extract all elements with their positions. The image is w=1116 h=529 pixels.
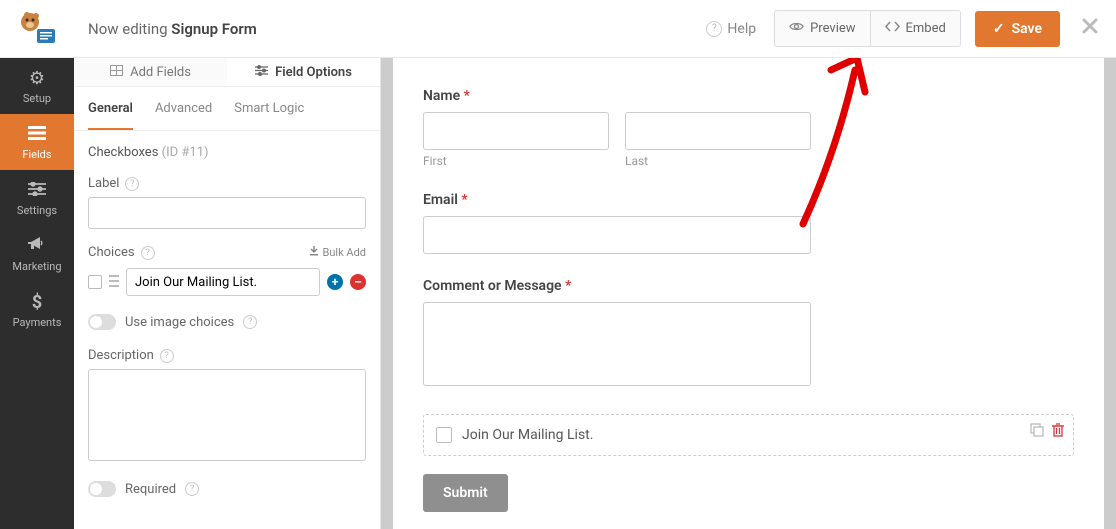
code-icon — [885, 21, 900, 36]
email-label: Email — [423, 192, 458, 208]
help-icon[interactable]: ? — [243, 315, 257, 329]
form-name: Signup Form — [171, 20, 257, 38]
preview-pane: Name * First Last — [381, 58, 1116, 529]
required-row: Required ? — [88, 481, 366, 497]
nav-label: Fields — [22, 148, 51, 161]
image-choices-label: Use image choices — [125, 315, 234, 330]
gear-icon: ⚙ — [29, 68, 45, 89]
sliders-icon — [255, 65, 268, 80]
help-link[interactable]: ? Help — [706, 21, 756, 37]
nav-label: Payments — [13, 316, 62, 329]
image-choices-toggle[interactable] — [88, 314, 116, 330]
logo — [0, 0, 74, 58]
required-asterisk: * — [565, 278, 571, 294]
required-toggle[interactable] — [88, 481, 116, 497]
eye-icon — [789, 21, 804, 36]
field-header: Checkboxes (ID #11) — [88, 145, 366, 160]
list-icon — [28, 124, 46, 145]
save-button[interactable]: ✓ Save — [975, 11, 1060, 47]
nav-payments[interactable]: $ Payments — [0, 282, 74, 338]
required-asterisk: * — [461, 192, 467, 208]
subtab-advanced[interactable]: Advanced — [155, 101, 212, 130]
options-panel: Add Fields Field Options General Advance… — [74, 58, 381, 529]
subtab-smartlogic[interactable]: Smart Logic — [234, 101, 304, 130]
choice-row: + – — [88, 268, 366, 296]
nav-label: Settings — [17, 204, 57, 217]
tab-field-options[interactable]: Field Options — [227, 58, 380, 86]
remove-choice-button[interactable]: – — [350, 274, 366, 290]
choices-label: Choices ? — [88, 245, 155, 260]
add-choice-button[interactable]: + — [327, 274, 343, 290]
embed-button[interactable]: Embed — [870, 11, 960, 46]
help-icon[interactable]: ? — [141, 246, 155, 260]
bulk-add-link[interactable]: Bulk Add — [309, 246, 366, 259]
description-input[interactable] — [88, 369, 366, 461]
top-tabs: Add Fields Field Options — [74, 58, 380, 87]
checkbox-input[interactable] — [436, 427, 452, 443]
email-field[interactable]: Email * — [423, 192, 1074, 254]
nav-marketing[interactable]: Marketing — [0, 226, 74, 282]
choice-default-checkbox[interactable] — [88, 275, 102, 289]
required-label: Required — [125, 482, 176, 497]
nav-settings[interactable]: Settings — [0, 170, 74, 226]
embed-label: Embed — [906, 21, 946, 36]
help-icon[interactable]: ? — [125, 177, 139, 191]
first num-name-input[interactable] — [423, 112, 609, 150]
choice-input[interactable] — [126, 268, 320, 296]
tab-label: Add Fields — [130, 65, 191, 80]
bulk-add-label: Bulk Add — [323, 246, 366, 259]
field-type: Checkboxes — [88, 145, 158, 160]
checkbox-label: Join Our Mailing List. — [462, 427, 593, 443]
help-icon: ? — [706, 21, 722, 37]
last-name-input[interactable] — [625, 112, 811, 150]
form-preview: Name * First Last — [393, 58, 1104, 529]
label-input[interactable] — [88, 197, 366, 229]
comment-input[interactable] — [423, 302, 811, 386]
dollar-icon: $ — [32, 292, 42, 313]
close-button[interactable] — [1082, 18, 1098, 39]
bullhorn-icon — [28, 236, 46, 257]
help-icon[interactable]: ? — [185, 482, 199, 496]
email-input[interactable] — [423, 216, 811, 254]
check-icon: ✓ — [993, 21, 1005, 37]
preview-button[interactable]: Preview — [775, 11, 869, 46]
page-title: Now editing Signup Form — [88, 20, 257, 38]
tab-add-fields[interactable]: Add Fields — [74, 58, 227, 86]
download-icon — [309, 246, 319, 259]
submit-button[interactable]: Submit — [423, 474, 508, 512]
name-field[interactable]: Name * First Last — [423, 74, 1074, 168]
save-label: Save — [1012, 21, 1042, 37]
field-id: (ID #11) — [162, 145, 209, 160]
tab-label: Field Options — [275, 65, 352, 80]
required-asterisk: * — [464, 88, 470, 104]
drag-handle-icon[interactable] — [109, 275, 119, 290]
nav-label: Setup — [23, 92, 51, 105]
nav-label: Marketing — [12, 260, 61, 273]
label-label: Label ? — [88, 176, 366, 191]
first-sublabel: First — [423, 154, 609, 168]
image-choices-row: Use image choices ? — [88, 314, 366, 330]
topbar: Now editing Signup Form ? Help Preview — [74, 0, 1116, 58]
last-sublabel: Last — [625, 154, 811, 168]
trash-icon[interactable] — [1052, 423, 1064, 441]
nav-rail: ⚙ Setup Fields Settings Marketing $ Paym… — [0, 0, 74, 529]
comment-field[interactable]: Comment or Message * — [423, 278, 1074, 390]
help-icon[interactable]: ? — [160, 349, 174, 363]
grid-icon — [110, 65, 123, 80]
subtab-general[interactable]: General — [88, 101, 133, 130]
description-label: Description ? — [88, 348, 366, 363]
sliders-icon — [28, 180, 46, 201]
nav-setup[interactable]: ⚙ Setup — [0, 58, 74, 114]
sub-tabs: General Advanced Smart Logic — [74, 87, 380, 131]
comment-label: Comment or Message — [423, 278, 562, 294]
preview-embed-group: Preview Embed — [774, 10, 961, 47]
name-label: Name — [423, 88, 460, 104]
checkbox-field-selected[interactable]: Join Our Mailing List. — [423, 414, 1074, 456]
help-label: Help — [727, 21, 756, 37]
duplicate-icon[interactable] — [1030, 423, 1044, 441]
nav-fields[interactable]: Fields — [0, 114, 74, 170]
editing-prefix: Now editing — [88, 20, 171, 38]
preview-label: Preview — [810, 21, 855, 36]
